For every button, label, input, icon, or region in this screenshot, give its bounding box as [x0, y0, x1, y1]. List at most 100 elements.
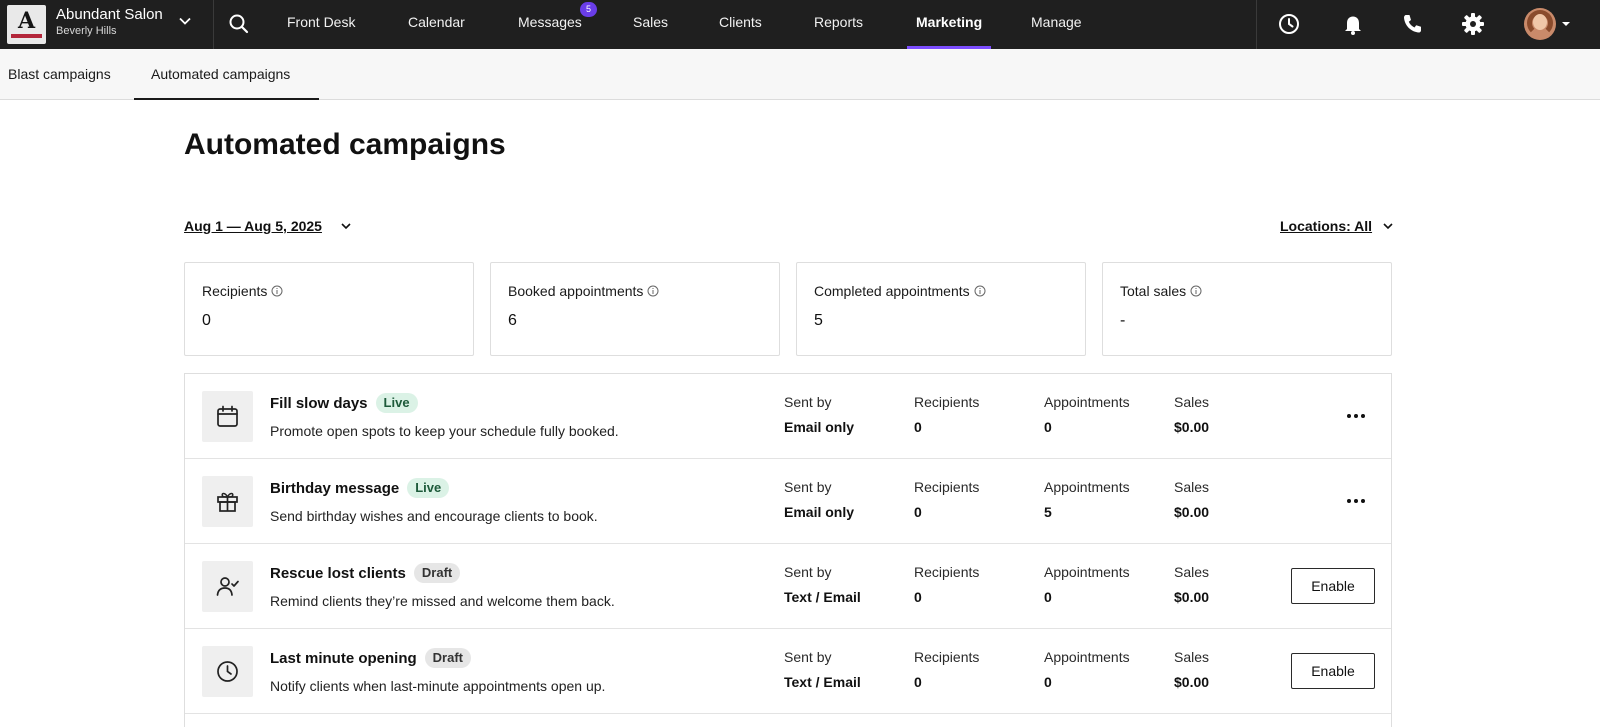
campaign-title-text: Fill slow days [270, 395, 368, 412]
sent-by-label: Sent by [784, 394, 832, 410]
sales-label: Sales [1174, 479, 1210, 495]
appointments-value: 0 [1044, 419, 1052, 435]
tab-blast-campaigns[interactable]: Blast campaigns [8, 49, 111, 100]
campaign-title-text: Last minute opening [270, 650, 417, 667]
phone-icon[interactable] [1399, 11, 1425, 37]
sent-by-value: Text / Email [784, 674, 861, 690]
campaign-title: Birthday message Live [270, 478, 450, 498]
appointments-value: 0 [1044, 674, 1052, 690]
location-switcher[interactable]: A Abundant Salon Beverly Hills [0, 0, 214, 49]
info-icon[interactable] [974, 285, 986, 297]
recipients-value: 0 [914, 419, 922, 435]
campaign-description: Send birthday wishes and encourage clien… [270, 508, 598, 524]
sent-by-value: Email only [784, 419, 855, 435]
stat-label-text: Total sales [1120, 283, 1187, 299]
recipients-label: Recipients [914, 649, 980, 665]
campaign-title-text: Birthday message [270, 480, 400, 497]
nav-marketing-label: Marketing [916, 14, 983, 30]
sales-label: Sales [1174, 394, 1210, 410]
status-badge: Live [407, 478, 450, 498]
search-icon[interactable] [226, 11, 252, 37]
sent-by-label: Sent by [784, 564, 832, 580]
appointments-label: Appointments [1044, 649, 1130, 665]
nav-reports[interactable]: Reports [814, 0, 863, 49]
clock-icon[interactable] [1276, 11, 1302, 37]
chevron-down-icon[interactable] [178, 14, 192, 28]
date-range-filter[interactable]: Aug 1 — Aug 5, 2025 [184, 218, 322, 234]
stat-value: 6 [508, 312, 517, 329]
campaign-title: Rescue lost clients Draft [270, 563, 461, 583]
recipients-label: Recipients [914, 394, 980, 410]
logo-strip [11, 34, 42, 38]
stat-label-text: Completed appointments [814, 283, 970, 299]
stat-label-text: Recipients [202, 283, 268, 299]
campaign-icon-tile [202, 476, 253, 527]
salon-name: Abundant Salon [56, 6, 163, 23]
campaign-title: Fill slow days Live [270, 393, 418, 413]
stat-card-completed-appointments: Completed appointments 5 [796, 262, 1086, 356]
sales-value: $0.00 [1174, 674, 1210, 690]
more-options-icon[interactable] [1343, 491, 1369, 511]
campaign-list: Fill slow days Live Promote open spots to… [184, 373, 1392, 727]
avatar-face [1533, 14, 1547, 30]
stat-card-booked-appointments: Booked appointments 6 [490, 262, 780, 356]
campaign-description: Promote open spots to keep your schedule… [270, 423, 619, 439]
nav-manage[interactable]: Manage [1031, 0, 1082, 49]
campaign-icon-tile [202, 646, 253, 697]
nav-messages[interactable]: Messages [518, 0, 582, 49]
chevron-down-icon[interactable] [340, 220, 352, 232]
status-badge: Draft [413, 563, 461, 583]
stat-label: Completed appointments [814, 283, 986, 299]
nav-sales[interactable]: Sales [633, 0, 668, 49]
nav-calendar[interactable]: Calendar [408, 0, 465, 49]
campaign-row[interactable]: Fill slow days Live Promote open spots to… [185, 374, 1391, 459]
info-icon[interactable] [271, 285, 283, 297]
info-icon[interactable] [1190, 285, 1202, 297]
sales-value: $0.00 [1174, 419, 1210, 435]
sales-label: Sales [1174, 564, 1210, 580]
more-options-icon[interactable] [1343, 406, 1369, 426]
sales-label: Sales [1174, 649, 1210, 665]
salon-logo: A [7, 5, 46, 44]
gear-icon[interactable] [1460, 11, 1486, 37]
top-navigation-bar: A Abundant Salon Beverly Hills Front Des… [0, 0, 1600, 49]
user-check-icon [216, 577, 239, 596]
stat-value: - [1120, 312, 1126, 329]
page-title: Automated campaigns [184, 128, 506, 161]
chevron-down-icon[interactable] [1382, 220, 1394, 232]
status-badge: Live [375, 393, 418, 413]
stat-label: Booked appointments [508, 283, 659, 299]
nav-marketing[interactable]: Marketing [907, 0, 992, 49]
avatar[interactable] [1524, 8, 1556, 40]
nav-front-desk[interactable]: Front Desk [287, 0, 355, 49]
appointments-label: Appointments [1044, 479, 1130, 495]
campaign-row[interactable]: Rescue lost clients Draft Remind clients … [185, 544, 1391, 629]
chevron-down-icon[interactable] [1561, 19, 1571, 29]
campaign-description: Remind clients they’re missed and welcom… [270, 593, 615, 609]
campaign-description: Notify clients when last-minute appointm… [270, 678, 606, 694]
stat-value: 5 [814, 312, 823, 329]
tab-automated-campaigns[interactable]: Automated campaigns [134, 49, 319, 100]
enable-button[interactable]: Enable [1291, 568, 1375, 604]
appointments-label: Appointments [1044, 564, 1130, 580]
appointments-label: Appointments [1044, 394, 1130, 410]
appointments-value: 5 [1044, 504, 1052, 520]
status-badge: Draft [424, 648, 472, 668]
sent-by-value: Email only [784, 504, 855, 520]
recipients-value: 0 [914, 674, 922, 690]
stat-card-recipients: Recipients 0 [184, 262, 474, 356]
campaign-row[interactable]: Birthday message Live Send birthday wishe… [185, 459, 1391, 544]
recipients-value: 0 [914, 589, 922, 605]
bell-icon[interactable] [1340, 11, 1366, 37]
gift-icon [217, 492, 238, 512]
locations-filter[interactable]: Locations: All [1280, 218, 1372, 234]
campaign-row[interactable]: Last minute opening Draft Notify clients … [185, 629, 1391, 714]
enable-button[interactable]: Enable [1291, 653, 1375, 689]
info-icon[interactable] [647, 285, 659, 297]
sales-value: $0.00 [1174, 589, 1210, 605]
nav-clients[interactable]: Clients [719, 0, 762, 49]
sent-by-value: Text / Email [784, 589, 861, 605]
salon-location: Beverly Hills [56, 25, 117, 37]
sent-by-label: Sent by [784, 479, 832, 495]
recipients-value: 0 [914, 504, 922, 520]
